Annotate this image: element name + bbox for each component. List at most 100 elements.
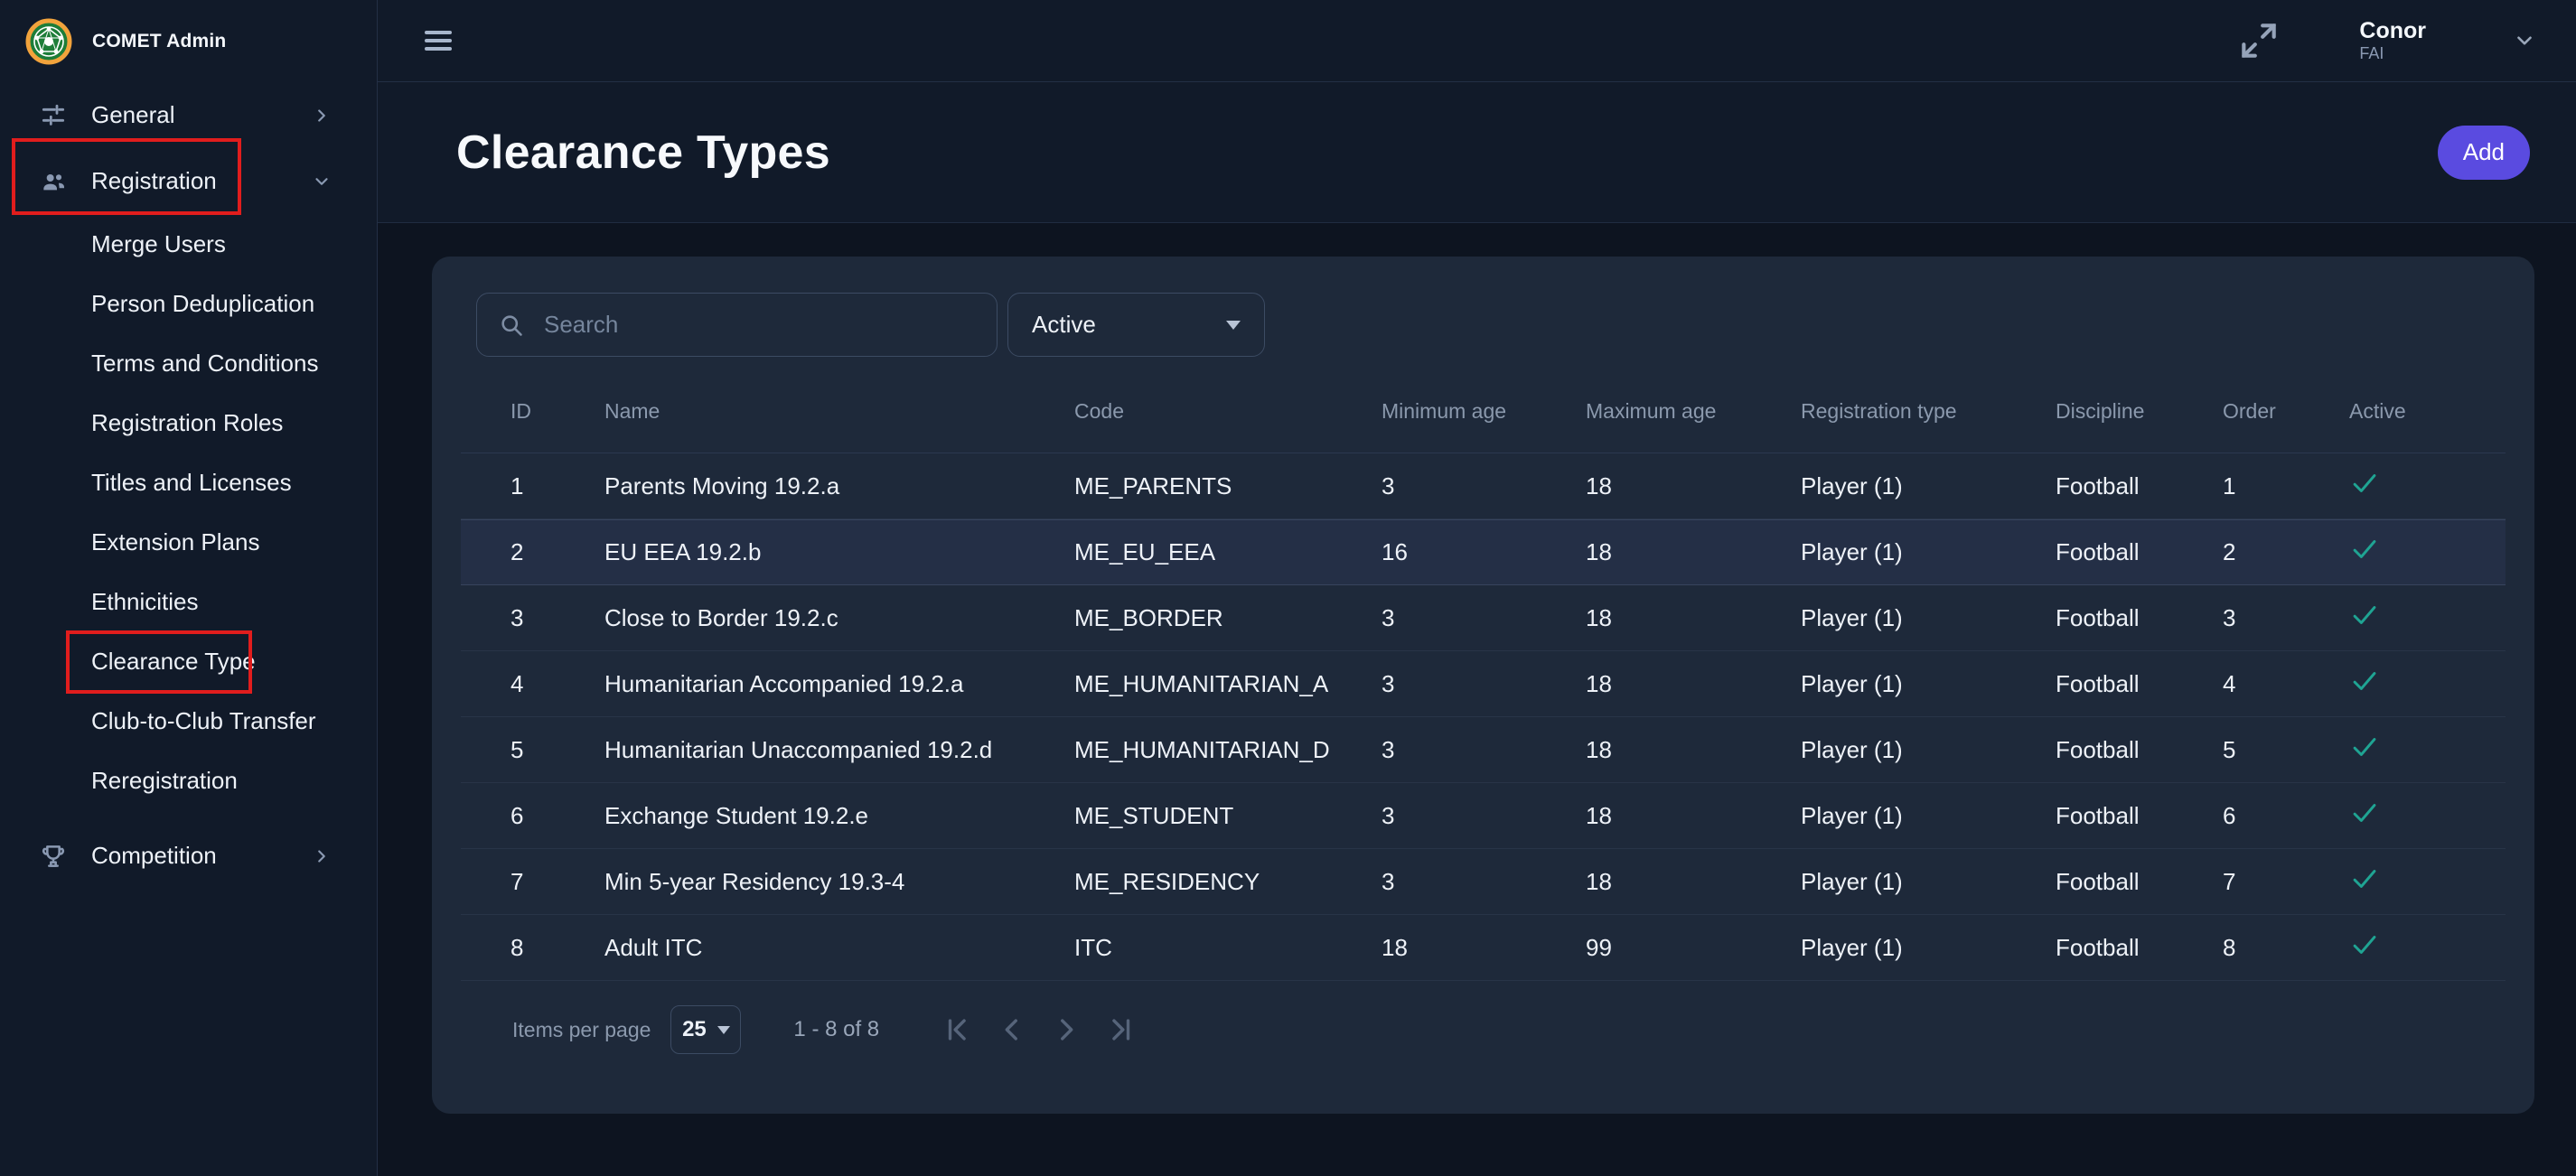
cell-name: EU EEA 19.2.b [604, 538, 1074, 566]
cell-max-age: 18 [1586, 868, 1801, 896]
cell-name: Close to Border 19.2.c [604, 604, 1074, 632]
cell-discipline: Football [2056, 472, 2223, 500]
cell-id: 6 [511, 802, 604, 830]
cell-max-age: 18 [1586, 736, 1801, 764]
sidebar-item-clearance-type[interactable]: Clearance Type [0, 631, 377, 691]
search-input[interactable] [544, 311, 975, 339]
cell-code: ME_EU_EEA [1074, 538, 1382, 566]
cell-registration-type: Player (1) [1801, 472, 2056, 500]
sidebar-item-reregistration[interactable]: Reregistration [0, 751, 377, 810]
active-check-icon [2349, 543, 2380, 570]
cell-registration-type: Player (1) [1801, 538, 2056, 566]
sidebar-item-label: Titles and Licenses [91, 469, 292, 497]
items-per-page-value: 25 [682, 1017, 707, 1042]
status-filter-value: Active [1032, 311, 1096, 339]
hamburger-menu-icon[interactable] [425, 26, 452, 55]
column-header-order: Order [2223, 399, 2349, 424]
previous-page-icon[interactable] [997, 1014, 1027, 1045]
app-screen: COMET Admin GeneralRegistrationMerge Use… [0, 0, 2576, 1176]
active-check-icon [2349, 873, 2380, 900]
cell-discipline: Football [2056, 934, 2223, 962]
fullscreen-icon[interactable] [2236, 18, 2281, 63]
pagination-range: 1 - 8 of 8 [793, 1017, 879, 1042]
sidebar-item-registration[interactable]: Registration [0, 148, 377, 214]
sidebar-item-label: Person Deduplication [91, 290, 314, 318]
items-per-page-select[interactable]: 25 [670, 1005, 741, 1054]
cell-code: ME_STUDENT [1074, 802, 1382, 830]
cell-min-age: 3 [1382, 604, 1586, 632]
sidebar-item-person-deduplication[interactable]: Person Deduplication [0, 274, 377, 333]
sidebar-item-label: Clearance Type [91, 648, 256, 676]
sidebar-item-label: Terms and Conditions [91, 350, 318, 378]
cell-name: Exchange Student 19.2.e [604, 802, 1074, 830]
table-row[interactable]: 8Adult ITCITC1899Player (1)Football8 [461, 915, 2506, 981]
chevron-right-icon [312, 846, 332, 866]
cell-max-age: 18 [1586, 472, 1801, 500]
add-button[interactable]: Add [2438, 126, 2530, 180]
cell-registration-type: Player (1) [1801, 736, 2056, 764]
sidebar-item-terms-and-conditions[interactable]: Terms and Conditions [0, 333, 377, 393]
table-toolbar: Active [461, 257, 2506, 357]
next-page-icon[interactable] [1051, 1014, 1082, 1045]
sidebar-item-ethnicities[interactable]: Ethnicities [0, 572, 377, 631]
first-page-icon[interactable] [942, 1014, 973, 1045]
cell-max-age: 18 [1586, 802, 1801, 830]
cell-discipline: Football [2056, 538, 2223, 566]
table-row[interactable]: 6Exchange Student 19.2.eME_STUDENT318Pla… [461, 783, 2506, 849]
cell-active [2349, 600, 2506, 637]
table-row[interactable]: 3Close to Border 19.2.cME_BORDER318Playe… [461, 585, 2506, 651]
status-filter-dropdown[interactable]: Active [1007, 293, 1265, 357]
column-header-active: Active [2349, 399, 2506, 424]
sidebar-item-label: Registration [91, 167, 217, 195]
last-page-icon[interactable] [1105, 1014, 1136, 1045]
cell-registration-type: Player (1) [1801, 670, 2056, 698]
sidebar-item-label: Competition [91, 842, 217, 870]
sidebar: COMET Admin GeneralRegistrationMerge Use… [0, 0, 378, 1176]
table-row[interactable]: 2EU EEA 19.2.bME_EU_EEA1618Player (1)Foo… [461, 519, 2506, 585]
column-header-maximum-age: Maximum age [1586, 399, 1801, 424]
search-icon [499, 313, 524, 338]
cell-name: Humanitarian Unaccompanied 19.2.d [604, 736, 1074, 764]
topbar: Conor FAI [378, 0, 2576, 82]
cell-active [2349, 863, 2506, 901]
column-header-registration-type: Registration type [1801, 399, 2056, 424]
table-body: 1Parents Moving 19.2.aME_PARENTS318Playe… [461, 453, 2506, 981]
pagination-nav [919, 1014, 1136, 1045]
cell-min-age: 3 [1382, 736, 1586, 764]
table-row[interactable]: 5 Humanitarian Unaccompanied 19.2.dME_HUM… [461, 717, 2506, 783]
table-row[interactable]: 1Parents Moving 19.2.aME_PARENTS318Playe… [461, 453, 2506, 519]
sidebar-item-extension-plans[interactable]: Extension Plans [0, 512, 377, 572]
column-header-discipline: Discipline [2056, 399, 2223, 424]
sidebar-nav: General Registration Merge Users Person Ded… [0, 82, 377, 889]
cell-id: 3 [511, 604, 604, 632]
sidebar-item-general[interactable]: General [0, 82, 377, 148]
cell-code: ME_HUMANITARIAN_A [1074, 670, 1382, 698]
user-name: Conor [2359, 18, 2426, 44]
cell-code: ME_HUMANITARIAN_D [1074, 736, 1382, 764]
sidebar-item-label: Registration Roles [91, 409, 283, 437]
sidebar-item-label: Extension Plans [91, 528, 259, 556]
table-row[interactable]: 4Humanitarian Accompanied 19.2.aME_HUMAN… [461, 651, 2506, 717]
user-menu[interactable]: Conor FAI [2359, 18, 2536, 63]
sidebar-item-competition[interactable]: Competition [0, 823, 377, 889]
people-icon [39, 167, 68, 196]
cell-order: 5 [2223, 736, 2349, 764]
cell-id: 8 [511, 934, 604, 962]
cell-id: 4 [511, 670, 604, 698]
chevron-right-icon [312, 106, 332, 126]
sidebar-item-label: Club-to-Club Transfer [91, 707, 316, 735]
cell-min-age: 16 [1382, 538, 1586, 566]
cell-id: 2 [511, 538, 604, 566]
table-header-row: IDNameCodeMinimum ageMaximum ageRegistra… [461, 357, 2506, 453]
cell-min-age: 3 [1382, 472, 1586, 500]
cell-max-age: 18 [1586, 604, 1801, 632]
page-title: Clearance Types [456, 126, 830, 180]
sidebar-item-titles-and-licenses[interactable]: Titles and Licenses [0, 453, 377, 512]
sidebar-item-merge-users[interactable]: Merge Users [0, 214, 377, 274]
active-check-icon [2349, 741, 2380, 768]
comet-logo-icon [25, 18, 72, 65]
sidebar-item-club-to-club-transfer[interactable]: Club-to-Club Transfer [0, 691, 377, 751]
sidebar-item-registration-roles[interactable]: Registration Roles [0, 393, 377, 453]
table-row[interactable]: 7Min 5-year Residency 19.3-4ME_RESIDENCY… [461, 849, 2506, 915]
cell-registration-type: Player (1) [1801, 802, 2056, 830]
